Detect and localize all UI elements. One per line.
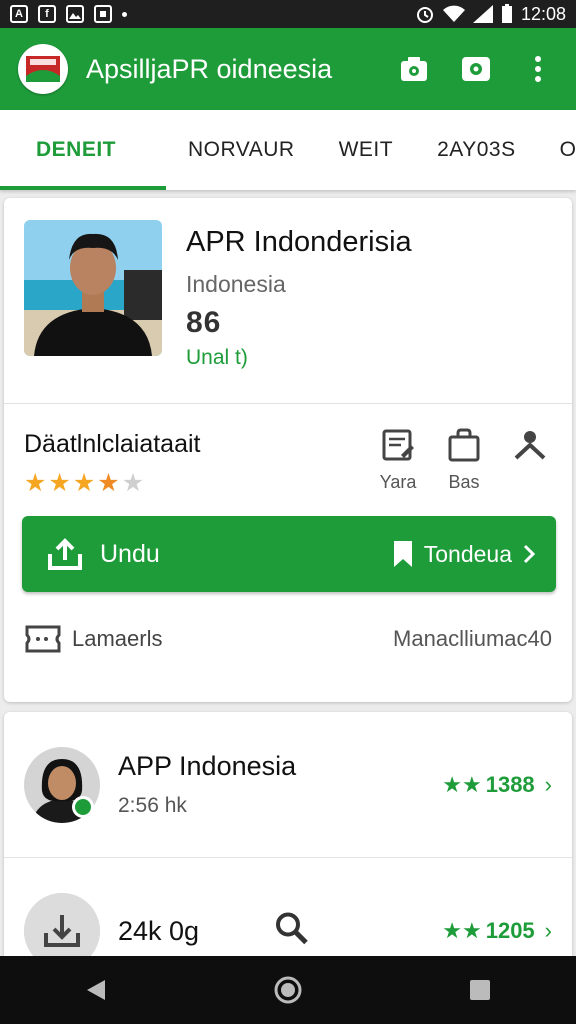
navigation-bar xyxy=(0,956,576,1024)
chevron-right-icon: › xyxy=(544,771,552,797)
star-icon: ★★ xyxy=(442,918,482,943)
list-item-rating-value: 1388 xyxy=(485,771,535,797)
wifi-icon xyxy=(442,5,465,22)
list-item-rating: ★★ 1205 › xyxy=(442,918,552,944)
upload-icon xyxy=(48,538,82,570)
primary-action-button[interactable]: Undu Tondeua xyxy=(22,516,556,592)
back-button[interactable] xyxy=(71,965,121,1015)
list-item[interactable]: APP Indonesia 2:56 hk ★★ 1388 › xyxy=(4,712,572,858)
star-icon: ★ xyxy=(72,469,96,497)
ticket-icon xyxy=(25,625,61,653)
home-icon xyxy=(274,976,302,1004)
app-title: ApsilljaPR oidneesia xyxy=(86,53,333,84)
detail-row: Däatlnlclaiataait ★ ★ ★ ★ ★ Yara Bas xyxy=(4,404,572,508)
footer-left[interactable]: Lamaerls xyxy=(24,624,162,654)
rating-stars: ★ ★ ★ ★ ★ xyxy=(24,471,376,496)
photo-icon[interactable] xyxy=(456,49,496,89)
image-notification-icon xyxy=(66,5,84,23)
action-bas[interactable]: Bas xyxy=(442,428,486,493)
status-bar: A f 12:08 xyxy=(0,0,576,28)
search-icon[interactable] xyxy=(274,911,310,952)
tab-2ay03s[interactable]: 2AY03S xyxy=(415,110,538,190)
tab-norvaur[interactable]: NORVAUR xyxy=(166,110,317,190)
alarm-icon xyxy=(416,7,433,23)
primary-button-label: Undu xyxy=(100,539,160,568)
star-half-icon: ★ xyxy=(97,469,120,497)
tab-ofe[interactable]: OFE xyxy=(538,110,576,190)
bookmark-icon xyxy=(393,541,412,567)
camera-icon[interactable] xyxy=(394,49,434,89)
action-person[interactable] xyxy=(508,428,552,462)
notification-icon-a: A xyxy=(10,5,28,23)
list-card: APP Indonesia 2:56 hk ★★ 1388 › 24k 0g ★… xyxy=(4,712,572,992)
notification-icon-f: f xyxy=(38,5,56,23)
home-button[interactable] xyxy=(263,965,313,1015)
list-item-rating: ★★ 1388 › xyxy=(442,772,552,798)
star-icon: ★ xyxy=(48,469,71,497)
star-icon: ★ xyxy=(24,469,47,497)
chevron-right-icon xyxy=(523,544,536,564)
detail-title: Däatlnlclaiataait xyxy=(24,430,201,458)
more-notifications-icon xyxy=(122,11,127,17)
profile-title: APR Indonderisia xyxy=(186,226,412,258)
profile-link[interactable]: Unal t) xyxy=(186,346,412,370)
edit-document-icon xyxy=(382,429,414,461)
profile-number: 86 xyxy=(186,306,222,339)
battery-icon xyxy=(501,4,512,23)
footer-left-label: Lamaerls xyxy=(72,626,163,651)
profile-card: APR Indonderisia Indonesia 86 Unal t) Dä… xyxy=(4,198,572,702)
star-empty-icon: ★ xyxy=(121,469,145,497)
signal-icon xyxy=(472,5,493,23)
list-item-title: APP Indonesia xyxy=(118,751,297,781)
bag-icon xyxy=(448,428,480,462)
save-notification-icon xyxy=(94,5,112,23)
app-logo[interactable] xyxy=(18,44,68,94)
footer-right-label[interactable]: Manaclliumac40 xyxy=(393,626,552,652)
status-time: 12:08 xyxy=(520,3,566,24)
tab-weit[interactable]: WEIT xyxy=(317,110,416,190)
chevron-right-icon: › xyxy=(544,918,552,943)
more-vert-icon[interactable] xyxy=(518,49,558,89)
list-item-subtitle: 2:56 hk xyxy=(118,794,187,817)
back-icon xyxy=(87,980,105,1000)
app-bar: ApsilljaPR oidneesia xyxy=(0,28,576,110)
action-bas-label: Bas xyxy=(448,472,480,492)
tab-deneit[interactable]: DENEIT xyxy=(0,110,167,190)
card-footer: Lamaerls Manaclliumac40 xyxy=(4,592,572,686)
recents-icon xyxy=(470,980,490,1000)
recents-button[interactable] xyxy=(455,965,505,1015)
person-icon xyxy=(514,431,546,460)
online-badge xyxy=(72,796,94,818)
profile-header: APR Indonderisia Indonesia 86 Unal t) xyxy=(4,198,572,404)
profile-photo[interactable] xyxy=(24,220,162,356)
star-icon: ★★ xyxy=(442,771,482,797)
tab-bar: DENEIT NORVAUR WEIT 2AY03S OFE xyxy=(0,110,576,190)
list-item-rating-value: 1205 xyxy=(485,918,535,943)
secondary-action[interactable]: Tondeua xyxy=(392,540,536,568)
profile-country: Indonesia xyxy=(186,271,286,297)
secondary-action-label: Tondeua xyxy=(423,540,512,567)
action-yara[interactable]: Yara xyxy=(376,428,420,493)
action-yara-label: Yara xyxy=(379,472,417,492)
